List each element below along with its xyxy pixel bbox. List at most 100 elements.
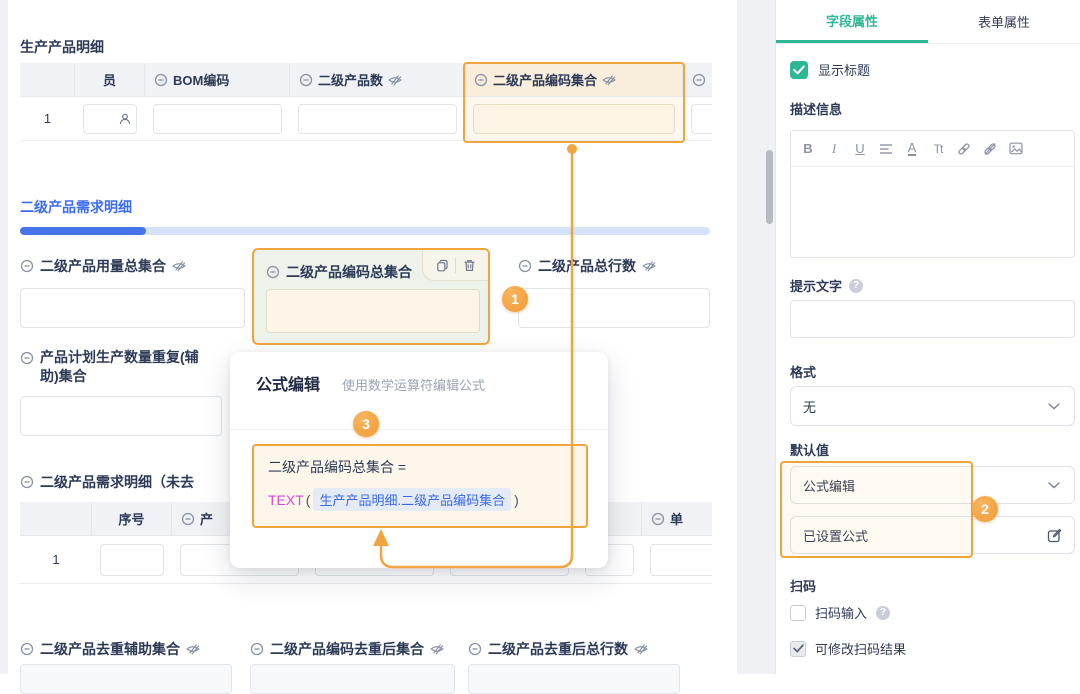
help-icon[interactable]: ? bbox=[849, 279, 863, 293]
field-dedup-rows-input[interactable] bbox=[468, 664, 680, 694]
description-textarea[interactable] bbox=[791, 167, 1074, 257]
field-plan-repeat-input[interactable] bbox=[20, 396, 222, 436]
scan-editable-checkbox[interactable] bbox=[790, 641, 806, 657]
formula-status-text: 已设置公式 bbox=[803, 526, 868, 545]
canvas-panel-gutter bbox=[737, 0, 775, 674]
field-dedup-rows-label: 二级产品去重后总行数 bbox=[468, 639, 648, 659]
show-title-label: 显示标题 bbox=[818, 60, 870, 79]
t1-bom-input[interactable] bbox=[153, 104, 282, 134]
t2-unit-input[interactable] bbox=[650, 544, 712, 576]
section2-title[interactable]: 二级产品需求明细 bbox=[20, 197, 132, 217]
t2-header-seq[interactable]: 序号 bbox=[92, 502, 172, 535]
help-icon[interactable]: ? bbox=[876, 606, 890, 620]
formula-open-paren: ( bbox=[306, 492, 311, 508]
tab-field-props[interactable]: 字段属性 bbox=[776, 0, 928, 43]
check-icon bbox=[793, 65, 805, 75]
t1-member-input[interactable] bbox=[83, 104, 137, 134]
t2-header-rownum bbox=[20, 502, 92, 535]
scan-editable-row[interactable]: 可修改扫码结果 bbox=[790, 639, 906, 658]
font-size-button[interactable]: Tt bbox=[925, 137, 951, 161]
align-button[interactable] bbox=[873, 137, 899, 161]
field-dedup-helper-input[interactable] bbox=[20, 664, 232, 694]
formula-icon bbox=[468, 642, 482, 656]
italic-button[interactable]: I bbox=[821, 137, 847, 161]
edit-formula-icon[interactable] bbox=[1047, 528, 1062, 543]
t2-header-unit[interactable]: 单 bbox=[642, 502, 712, 535]
formula-icon bbox=[474, 73, 488, 87]
modal-divider bbox=[230, 429, 608, 430]
field-dedup-helper-label: 二级产品去重辅助集合 bbox=[20, 639, 200, 659]
formula-icon bbox=[651, 512, 665, 526]
t1-count-input[interactable] bbox=[298, 104, 457, 134]
link-button[interactable] bbox=[951, 137, 977, 161]
show-title-checkbox[interactable] bbox=[790, 61, 808, 79]
section-progress-fill bbox=[20, 227, 146, 235]
chevron-down-icon bbox=[1048, 482, 1060, 489]
t2-seq-input[interactable] bbox=[100, 544, 164, 576]
t1-header-member[interactable]: 员 bbox=[75, 63, 145, 96]
selected-field-code-total[interactable]: 二级产品编码总集合 bbox=[252, 248, 490, 345]
description-heading: 描述信息 bbox=[790, 99, 842, 118]
eye-off-icon bbox=[172, 259, 186, 273]
field-plan-repeat-label: 产品计划生产数量重复(辅助)集合 bbox=[20, 348, 216, 386]
show-title-row[interactable]: 显示标题 bbox=[790, 60, 870, 79]
formula-icon bbox=[266, 265, 280, 279]
format-value: 无 bbox=[803, 397, 816, 416]
font-color-button[interactable]: A bbox=[899, 137, 925, 161]
field-usage-total-label: 二级产品用量总集合 bbox=[20, 256, 186, 276]
eye-off-icon bbox=[634, 642, 648, 656]
scan-input-checkbox[interactable] bbox=[790, 605, 806, 621]
check-icon bbox=[793, 644, 804, 653]
format-select[interactable]: 无 bbox=[790, 386, 1075, 426]
formula-target: 二级产品编码总集合 = bbox=[268, 457, 406, 477]
hint-text-input[interactable] bbox=[790, 300, 1075, 338]
formula-icon bbox=[154, 73, 168, 87]
default-value-heading: 默认值 bbox=[790, 440, 829, 459]
scrollbar-thumb[interactable] bbox=[766, 150, 773, 224]
formula-box[interactable]: 二级产品编码总集合 = TEXT ( 生产产品明细.二级产品编码集合 ) bbox=[252, 444, 588, 528]
formula-icon bbox=[518, 259, 532, 273]
field-code-total-input[interactable] bbox=[266, 289, 480, 333]
t1-header-codes[interactable]: 二级产品编码集合 bbox=[465, 63, 683, 96]
default-value-option: 公式编辑 bbox=[803, 476, 855, 495]
t1-header-rownum bbox=[20, 63, 75, 96]
panel-tabbar: 字段属性 表单属性 bbox=[776, 0, 1080, 44]
t1-header-bom[interactable]: BOM编码 bbox=[145, 63, 290, 96]
section-progress-track bbox=[20, 227, 710, 235]
t1-header-next[interactable] bbox=[683, 63, 712, 96]
formula-icon bbox=[20, 351, 34, 365]
bold-button[interactable]: B bbox=[795, 137, 821, 161]
detail-table-label: 二级产品需求明细（未去 bbox=[20, 472, 194, 492]
field-dedup-codes-input[interactable] bbox=[250, 664, 455, 694]
formula-close-paren: ) bbox=[514, 492, 519, 508]
page-left-gutter bbox=[0, 0, 8, 674]
delete-field-button[interactable] bbox=[456, 253, 482, 277]
field-row-total-label: 二级产品总行数 bbox=[518, 256, 656, 276]
default-value-select[interactable]: 公式编辑 bbox=[790, 466, 1075, 504]
field-usage-total-input[interactable] bbox=[20, 288, 245, 328]
field-action-pill bbox=[422, 250, 488, 281]
person-icon bbox=[119, 113, 131, 125]
t1-codes-input[interactable] bbox=[473, 104, 675, 134]
formula-status-row[interactable]: 已设置公式 bbox=[790, 516, 1075, 554]
t1-next-input[interactable] bbox=[691, 104, 712, 134]
unlink-button[interactable] bbox=[977, 137, 1003, 161]
tab-form-props[interactable]: 表单属性 bbox=[928, 0, 1080, 43]
formula-icon bbox=[299, 73, 313, 87]
eye-off-icon bbox=[602, 73, 616, 87]
scan-heading: 扫码 bbox=[790, 576, 816, 595]
field-row-total-input[interactable] bbox=[518, 288, 710, 328]
section1-title: 生产产品明细 bbox=[20, 37, 104, 57]
chevron-down-icon bbox=[1048, 403, 1060, 410]
callout-badge-3: 3 bbox=[353, 411, 379, 437]
insert-image-button[interactable] bbox=[1003, 137, 1029, 161]
eye-off-icon bbox=[642, 259, 656, 273]
formula-icon bbox=[20, 642, 34, 656]
copy-field-button[interactable] bbox=[429, 253, 455, 277]
formula-field-chip[interactable]: 生产产品明细.二级产品编码集合 bbox=[313, 488, 511, 511]
t1-header-count[interactable]: 二级产品数 bbox=[290, 63, 465, 96]
callout-badge-1: 1 bbox=[502, 286, 528, 312]
scan-input-row[interactable]: 扫码输入 ? bbox=[790, 603, 890, 622]
underline-button[interactable]: U bbox=[847, 137, 873, 161]
format-heading: 格式 bbox=[790, 362, 816, 381]
